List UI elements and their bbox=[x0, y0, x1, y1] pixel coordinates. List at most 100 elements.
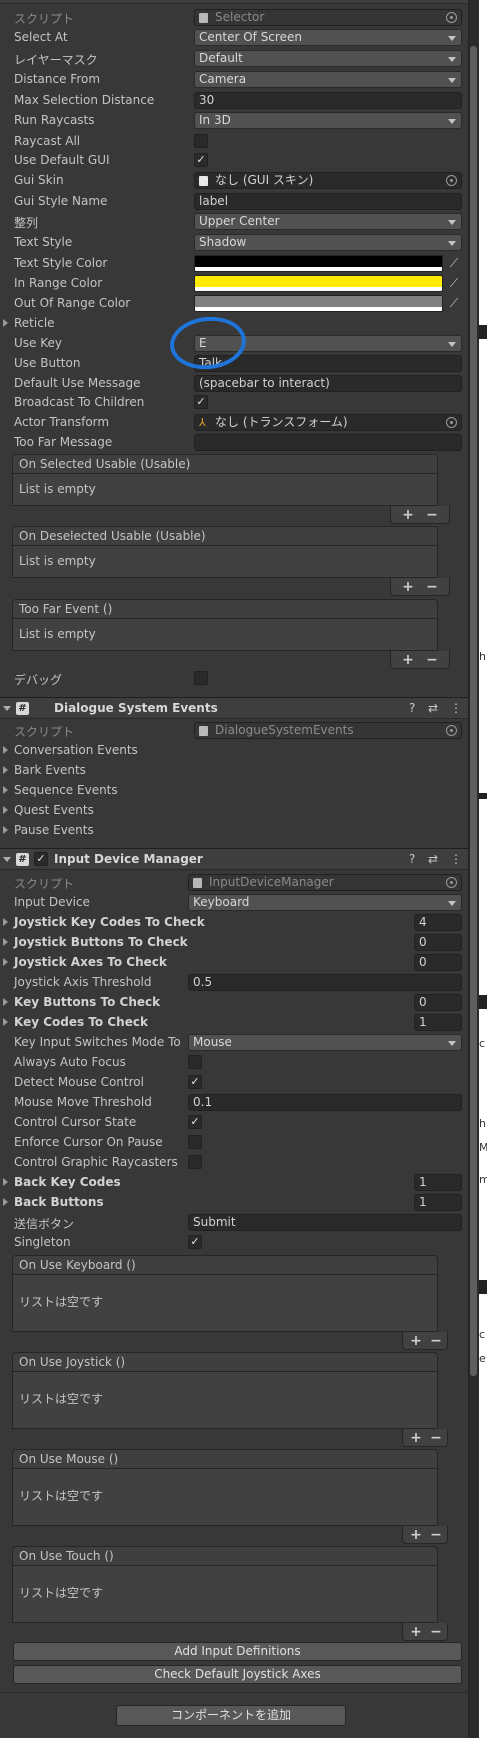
foldout-arrow-icon[interactable] bbox=[3, 998, 8, 1006]
plus-button[interactable]: + bbox=[409, 1430, 423, 1446]
object-picker-icon[interactable] bbox=[446, 175, 457, 186]
alignment-dropdown[interactable]: Upper Center bbox=[194, 213, 462, 230]
dse-item-conversation-events[interactable]: Conversation Events bbox=[0, 742, 468, 760]
layer-mask-dropdown[interactable]: Default bbox=[194, 50, 462, 67]
plus-button[interactable]: + bbox=[409, 1333, 423, 1349]
foldout-arrow-icon[interactable] bbox=[3, 1178, 8, 1186]
minus-button[interactable]: − bbox=[429, 1430, 443, 1446]
eyedropper-icon[interactable]: ⟋ bbox=[446, 295, 462, 312]
eyedropper-icon[interactable]: ⟋ bbox=[446, 275, 462, 292]
event-on-deselected-usable: On Deselected Usable (Usable) List is em… bbox=[12, 526, 450, 598]
control-cursor-state-checkbox[interactable]: ✓ bbox=[188, 1115, 202, 1129]
foldout-arrow-icon[interactable] bbox=[3, 1198, 8, 1206]
back-key-codes-size[interactable]: 1 bbox=[414, 1174, 462, 1191]
back-buttons-size[interactable]: 1 bbox=[414, 1194, 462, 1211]
foldout-arrow-icon[interactable] bbox=[3, 806, 8, 814]
foldout-arrow-icon[interactable] bbox=[3, 319, 8, 327]
foldout-arrow-icon[interactable] bbox=[3, 826, 8, 834]
foldout-arrow-icon[interactable] bbox=[3, 746, 8, 754]
joystick-key-codes-row[interactable]: Joystick Key Codes To Check 4 bbox=[0, 914, 468, 932]
run-raycasts-dropdown[interactable]: In 3D bbox=[194, 112, 462, 129]
key-codes-row[interactable]: Key Codes To Check 1 bbox=[0, 1014, 468, 1032]
back-buttons-row[interactable]: Back Buttons 1 bbox=[0, 1194, 468, 1212]
gui-skin-field[interactable]: なし (GUI スキン) bbox=[194, 172, 462, 189]
actor-transform-field[interactable]: ⅄ なし (トランスフォーム) bbox=[194, 414, 462, 431]
component-header-dialogue-system-events[interactable]: # Dialogue System Events ? ⇄ ⋮ bbox=[0, 697, 468, 719]
debug-checkbox[interactable] bbox=[194, 671, 208, 685]
foldout-arrow-icon[interactable] bbox=[3, 1018, 8, 1026]
dse-item-bark-events[interactable]: Bark Events bbox=[0, 762, 468, 780]
minus-button[interactable]: − bbox=[425, 652, 439, 668]
minus-button[interactable]: − bbox=[429, 1624, 443, 1640]
key-buttons-size[interactable]: 0 bbox=[414, 994, 462, 1011]
raycast-all-checkbox[interactable] bbox=[194, 134, 208, 148]
plus-button[interactable]: + bbox=[409, 1527, 423, 1543]
text-style-color-field[interactable] bbox=[194, 255, 443, 272]
detect-mouse-control-checkbox[interactable]: ✓ bbox=[188, 1075, 202, 1089]
foldout-arrow-icon[interactable] bbox=[3, 918, 8, 926]
max-selection-distance-input[interactable]: 30 bbox=[194, 92, 462, 109]
joystick-axes-row[interactable]: Joystick Axes To Check 0 bbox=[0, 954, 468, 972]
in-range-color-field[interactable] bbox=[194, 275, 443, 292]
always-auto-focus-checkbox[interactable] bbox=[188, 1055, 202, 1069]
use-default-gui-label: Use Default GUI bbox=[14, 153, 110, 167]
joystick-key-codes-size[interactable]: 4 bbox=[414, 914, 462, 931]
object-picker-icon[interactable] bbox=[446, 417, 457, 428]
gui-style-name-input[interactable]: label bbox=[194, 193, 462, 210]
too-far-message-input[interactable] bbox=[194, 434, 462, 451]
settings-icon[interactable]: ⇄ bbox=[428, 701, 438, 715]
more-menu-icon[interactable]: ⋮ bbox=[450, 701, 462, 715]
key-input-switches-dropdown[interactable]: Mouse bbox=[188, 1034, 462, 1051]
back-key-codes-row[interactable]: Back Key Codes 1 bbox=[0, 1174, 468, 1192]
alpha-bar bbox=[195, 307, 442, 311]
minus-button[interactable]: − bbox=[425, 579, 439, 595]
key-codes-size[interactable]: 1 bbox=[414, 1014, 462, 1031]
plus-button[interactable]: + bbox=[401, 652, 415, 668]
component-enabled-checkbox[interactable]: ✓ bbox=[34, 852, 48, 866]
distance-from-dropdown[interactable]: Camera bbox=[194, 71, 462, 88]
default-use-message-input[interactable]: (spacebar to interact) bbox=[194, 375, 462, 392]
out-of-range-color-field[interactable] bbox=[194, 295, 443, 312]
minus-button[interactable]: − bbox=[429, 1527, 443, 1543]
submit-button-input[interactable]: Submit bbox=[188, 1214, 462, 1231]
help-icon[interactable]: ? bbox=[409, 701, 415, 715]
joystick-buttons-row[interactable]: Joystick Buttons To Check 0 bbox=[0, 934, 468, 952]
check-default-joystick-axes-button[interactable]: Check Default Joystick Axes bbox=[13, 1665, 462, 1684]
foldout-arrow-icon[interactable] bbox=[3, 938, 8, 946]
plus-button[interactable]: + bbox=[401, 579, 415, 595]
help-icon[interactable]: ? bbox=[409, 852, 415, 866]
settings-icon[interactable]: ⇄ bbox=[428, 852, 438, 866]
select-at-dropdown[interactable]: Center Of Screen bbox=[194, 29, 462, 46]
dse-item-quest-events[interactable]: Quest Events bbox=[0, 802, 468, 820]
broadcast-to-children-checkbox[interactable]: ✓ bbox=[194, 395, 208, 409]
minus-button[interactable]: − bbox=[429, 1333, 443, 1349]
foldout-arrow-icon[interactable] bbox=[3, 766, 8, 774]
text-style-dropdown[interactable]: Shadow bbox=[194, 234, 462, 251]
use-default-gui-checkbox[interactable]: ✓ bbox=[194, 153, 208, 167]
minus-button[interactable]: − bbox=[425, 507, 439, 523]
singleton-checkbox[interactable]: ✓ bbox=[188, 1235, 202, 1249]
add-component-button[interactable]: コンポーネントを追加 bbox=[116, 1705, 346, 1726]
joystick-buttons-size[interactable]: 0 bbox=[414, 934, 462, 951]
joystick-axes-size[interactable]: 0 bbox=[414, 954, 462, 971]
distance-from-value: Camera bbox=[199, 72, 247, 86]
key-buttons-row[interactable]: Key Buttons To Check 0 bbox=[0, 994, 468, 1012]
collapse-arrow-icon[interactable] bbox=[3, 706, 11, 711]
foldout-arrow-icon[interactable] bbox=[3, 958, 8, 966]
foldout-arrow-icon[interactable] bbox=[3, 786, 8, 794]
scrollbar-thumb[interactable] bbox=[470, 46, 477, 1376]
dse-item-sequence-events[interactable]: Sequence Events bbox=[0, 782, 468, 800]
input-device-dropdown[interactable]: Keyboard bbox=[188, 894, 462, 911]
dse-item-pause-events[interactable]: Pause Events bbox=[0, 822, 468, 840]
enforce-cursor-on-pause-checkbox[interactable] bbox=[188, 1135, 202, 1149]
plus-button[interactable]: + bbox=[401, 507, 415, 523]
control-graphic-raycasters-checkbox[interactable] bbox=[188, 1155, 202, 1169]
eyedropper-icon[interactable]: ⟋ bbox=[446, 255, 462, 272]
add-input-definitions-button[interactable]: Add Input Definitions bbox=[13, 1642, 462, 1661]
collapse-arrow-icon[interactable] bbox=[3, 857, 11, 862]
mouse-move-threshold-input[interactable]: 0.1 bbox=[188, 1094, 462, 1111]
plus-button[interactable]: + bbox=[409, 1624, 423, 1640]
more-menu-icon[interactable]: ⋮ bbox=[450, 852, 462, 866]
component-header-input-device-manager[interactable]: # ✓ Input Device Manager ? ⇄ ⋮ bbox=[0, 848, 468, 870]
joystick-axis-threshold-input[interactable]: 0.5 bbox=[188, 974, 462, 991]
